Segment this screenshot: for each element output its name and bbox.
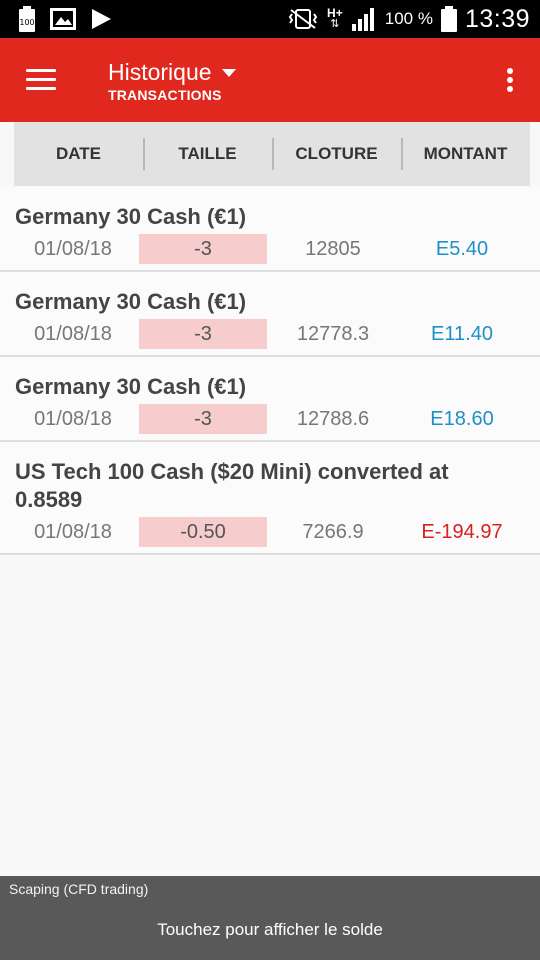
battery-saver-icon: 100 bbox=[18, 6, 36, 32]
column-header-size[interactable]: TAILLE bbox=[143, 122, 272, 186]
battery-icon bbox=[440, 6, 457, 32]
signal-icon bbox=[351, 7, 377, 31]
battery-percent: 100 % bbox=[384, 9, 433, 28]
play-store-icon bbox=[90, 8, 112, 30]
instrument-name: Germany 30 Cash (€1) bbox=[15, 374, 247, 399]
column-header-close[interactable]: CLOTURE bbox=[272, 122, 401, 186]
transaction-amount: E11.40 bbox=[431, 322, 493, 345]
transaction-amount: E18.60 bbox=[430, 407, 494, 430]
vibrate-icon bbox=[287, 8, 319, 30]
network-hplus-icon: H+ ⇅ bbox=[327, 7, 343, 30]
battery-saver-label: 100 bbox=[19, 18, 34, 27]
transaction-row[interactable]: US Tech 100 Cash ($20 Mini) converted at… bbox=[0, 442, 540, 555]
column-header-row: DATE TAILLE CLOTURE MONTANT bbox=[14, 122, 530, 186]
page-title: Historique bbox=[108, 59, 212, 85]
status-bar: 100 H+ ⇅ 100 % 13:39 bbox=[0, 0, 540, 38]
transaction-date: 01/08/18 bbox=[34, 322, 112, 345]
instrument-name: US Tech 100 Cash ($20 Mini) converted at… bbox=[15, 459, 449, 512]
clock: 13:39 bbox=[464, 4, 530, 33]
transaction-date: 01/08/18 bbox=[34, 407, 112, 430]
instrument-name: Germany 30 Cash (€1) bbox=[15, 204, 247, 229]
account-balance-bar[interactable]: Scaping (CFD trading) Touchez pour affic… bbox=[0, 876, 540, 960]
closing-price: 12788.6 bbox=[296, 407, 370, 430]
transaction-row[interactable]: Germany 30 Cash (€1) 01/08/18 -3 12778.3… bbox=[0, 272, 540, 357]
transaction-amount: E5.40 bbox=[435, 237, 489, 260]
transaction-size: -3 bbox=[139, 234, 267, 264]
column-header-date[interactable]: DATE bbox=[14, 122, 143, 186]
account-name: Scaping (CFD trading) bbox=[9, 881, 149, 897]
transaction-date: 01/08/18 bbox=[34, 520, 112, 543]
dropdown-caret-icon bbox=[221, 69, 236, 77]
hamburger-menu-icon[interactable] bbox=[26, 68, 58, 92]
page-subtitle: TRANSACTIONS bbox=[108, 87, 222, 103]
transaction-amount: E-194.97 bbox=[421, 520, 503, 543]
transaction-row[interactable]: Germany 30 Cash (€1) 01/08/18 -3 12805 E… bbox=[0, 187, 540, 272]
transaction-date: 01/08/18 bbox=[34, 237, 112, 260]
closing-price: 12778.3 bbox=[296, 322, 370, 345]
transaction-size: -3 bbox=[139, 319, 267, 349]
overflow-menu-icon[interactable] bbox=[506, 66, 514, 94]
gallery-icon bbox=[50, 8, 76, 30]
column-header-amount[interactable]: MONTANT bbox=[401, 122, 530, 186]
instrument-name: Germany 30 Cash (€1) bbox=[15, 289, 247, 314]
closing-price: 7266.9 bbox=[302, 520, 364, 543]
transaction-list: Germany 30 Cash (€1) 01/08/18 -3 12805 E… bbox=[0, 187, 540, 555]
transaction-size: -0.50 bbox=[139, 517, 267, 547]
app-bar: Historique TRANSACTIONS bbox=[0, 38, 540, 122]
view-selector[interactable]: Historique TRANSACTIONS bbox=[108, 58, 236, 103]
transaction-row[interactable]: Germany 30 Cash (€1) 01/08/18 -3 12788.6… bbox=[0, 357, 540, 442]
show-balance-hint: Touchez pour afficher le solde bbox=[157, 920, 383, 939]
data-arrows-icon: ⇅ bbox=[330, 18, 340, 30]
closing-price: 12805 bbox=[305, 237, 361, 260]
transaction-size: -3 bbox=[139, 404, 267, 434]
